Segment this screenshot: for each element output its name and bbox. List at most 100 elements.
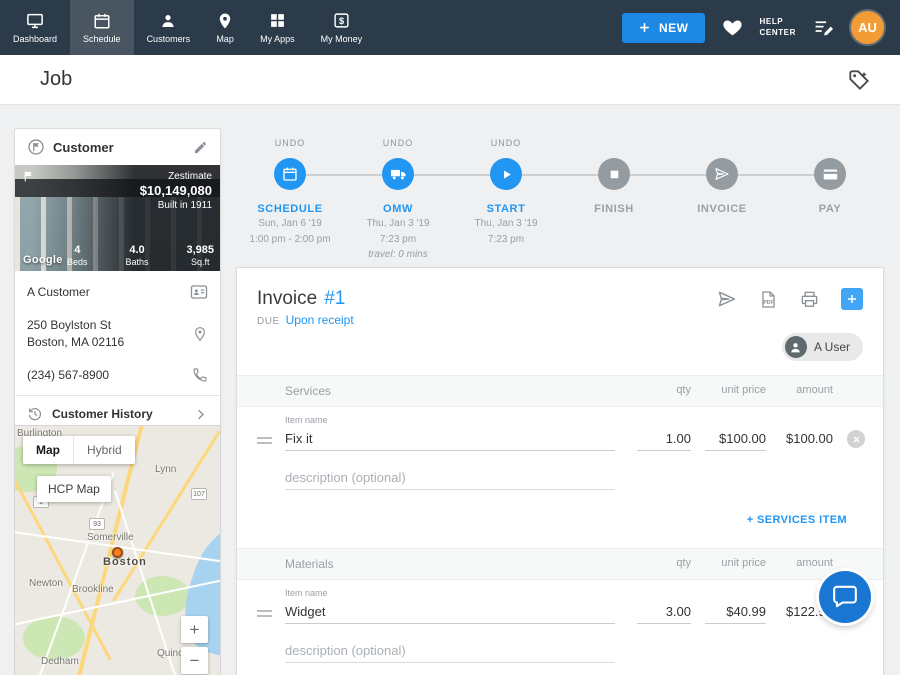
qty-column-header: qty <box>615 384 691 398</box>
item-name-cell: Item name <box>285 415 615 451</box>
sqft-stat: 3,985Sq.ft <box>186 244 214 267</box>
step-travel: travel: 0 mins <box>368 248 427 262</box>
notes-compose-icon[interactable] <box>813 17 834 38</box>
customer-address-row: 250 Boylston St Boston, MA 02116 <box>15 309 220 359</box>
job-tags-icon[interactable] <box>848 69 870 91</box>
contact-card-icon[interactable] <box>190 283 208 301</box>
service-item-row: Item name $100.00 <box>257 415 863 451</box>
add-material-row: + MATERIALS ITEM <box>257 663 863 675</box>
schedule-step-icon[interactable] <box>274 158 306 190</box>
page-title: Job <box>40 68 72 91</box>
customer-name: A Customer <box>27 284 90 301</box>
service-item-name-input[interactable] <box>285 428 615 451</box>
customer-flag-icon <box>27 138 45 156</box>
nav-item-dashboard[interactable]: Dashboard <box>0 0 70 55</box>
map-pin-icon <box>216 12 234 30</box>
drag-handle-icon[interactable] <box>257 434 272 447</box>
drag-handle-icon[interactable] <box>257 607 272 620</box>
timeline-step-start: UNDO START Thu, Jan 3 '19 7:23 pm <box>452 128 560 262</box>
send-invoice-icon[interactable] <box>717 289 737 309</box>
zestimate-block: Zestimate $10,149,080 Built in 1911 <box>140 171 212 211</box>
omw-truck-icon[interactable] <box>382 158 414 190</box>
map-type-controls: Map Hybrid <box>23 436 135 464</box>
undo-link[interactable]: UNDO <box>491 138 522 150</box>
service-qty-input[interactable] <box>637 428 691 451</box>
nav-item-customers[interactable]: Customers <box>134 0 204 55</box>
job-progress-timeline: UNDO SCHEDULE Sun, Jan 6 '19 1:00 pm - 2… <box>236 128 884 266</box>
svg-text:$: $ <box>339 16 344 26</box>
step-date: Thu, Jan 3 '19 <box>474 217 537 231</box>
map-label-boston: Boston <box>103 556 147 568</box>
location-pin-icon[interactable] <box>192 326 208 342</box>
service-unit-price-input[interactable] <box>705 428 766 451</box>
invoice-number: #1 <box>324 288 345 310</box>
zoom-in-button[interactable]: + <box>181 616 208 643</box>
mini-map[interactable]: Burlington Lynn Somerville Boston Newton… <box>14 425 221 675</box>
nav-item-schedule[interactable]: Schedule <box>70 0 134 55</box>
chat-icon <box>832 583 858 612</box>
history-clock-icon <box>27 406 43 422</box>
help-line1: HELP <box>760 17 784 26</box>
nav-item-my-money[interactable]: $ My Money <box>308 0 376 55</box>
unit-price-column-header: unit price <box>691 557 766 571</box>
step-time: 1:00 pm - 2:00 pm <box>249 233 330 247</box>
address-line2: Boston, MA 02116 <box>27 335 124 349</box>
pdf-icon[interactable]: PDF <box>759 290 778 309</box>
referral-heart-icon[interactable] <box>722 17 743 38</box>
start-play-icon[interactable] <box>490 158 522 190</box>
undo-link[interactable]: UNDO <box>275 138 306 150</box>
print-icon[interactable] <box>800 290 819 309</box>
property-photo[interactable]: Zestimate $10,149,080 Built in 1911 4Bed… <box>15 165 220 271</box>
user-avatar[interactable]: AU <box>851 11 884 44</box>
customer-address: 250 Boylston St Boston, MA 02116 <box>27 317 124 351</box>
nav-label: Customers <box>147 34 191 44</box>
remove-item-button[interactable] <box>847 430 865 448</box>
due-row: DUE Upon receipt <box>257 313 863 327</box>
due-terms-link[interactable]: Upon receipt <box>286 313 354 327</box>
customer-card: Customer Zestimate $10,149,080 Built in … <box>14 128 221 433</box>
job-location-marker[interactable] <box>112 547 123 558</box>
zoom-out-button[interactable]: − <box>181 647 208 674</box>
map-type-hybrid-button[interactable]: Hybrid <box>73 436 135 464</box>
new-button-label: NEW <box>659 21 689 35</box>
nav-label: My Apps <box>260 34 295 44</box>
plus-icon <box>638 19 651 37</box>
invoice-send-icon[interactable] <box>706 158 738 190</box>
service-description-input[interactable] <box>285 467 615 490</box>
person-icon <box>159 12 177 30</box>
assignee-name: A User <box>814 340 850 354</box>
calendar-icon <box>93 12 111 30</box>
materials-section-label: Materials <box>285 557 615 571</box>
nav-item-map[interactable]: Map <box>203 0 247 55</box>
material-qty-input[interactable] <box>637 601 691 624</box>
nav-label: Schedule <box>83 34 121 44</box>
add-invoice-button[interactable] <box>841 288 863 310</box>
add-services-item-link[interactable]: + SERVICES ITEM <box>747 514 847 526</box>
invoice-toolbar: PDF <box>717 288 863 310</box>
material-description-input[interactable] <box>285 640 615 663</box>
phone-icon[interactable] <box>192 367 208 383</box>
finish-stop-icon[interactable] <box>598 158 630 190</box>
nav-label: Dashboard <box>13 34 57 44</box>
undo-link[interactable]: UNDO <box>383 138 414 150</box>
app-window: Dashboard Schedule Customers Map My Apps… <box>0 0 900 675</box>
nav-label: My Money <box>321 34 363 44</box>
new-button[interactable]: NEW <box>622 13 705 43</box>
nav-item-my-apps[interactable]: My Apps <box>247 0 308 55</box>
due-label: DUE <box>257 316 280 327</box>
material-item-name-input[interactable] <box>285 601 615 624</box>
material-unit-price-input[interactable] <box>705 601 766 624</box>
hcp-map-button[interactable]: HCP Map <box>37 476 111 502</box>
chevron-right-icon <box>193 407 208 422</box>
customer-phone-row: (234) 567-8900 <box>15 359 220 396</box>
map-type-map-button[interactable]: Map <box>23 436 73 464</box>
map-label-lynn: Lynn <box>155 464 176 475</box>
chat-bubble-button[interactable] <box>819 571 871 623</box>
map-label-brookline: Brookline <box>72 584 114 595</box>
help-center-link[interactable]: HELP CENTER <box>760 17 797 39</box>
assignee-pill[interactable]: A User <box>782 333 863 361</box>
edit-pencil-icon[interactable] <box>193 140 208 155</box>
page-header: Job <box>0 55 900 105</box>
pay-card-icon[interactable] <box>814 158 846 190</box>
material-description-row <box>257 640 863 663</box>
